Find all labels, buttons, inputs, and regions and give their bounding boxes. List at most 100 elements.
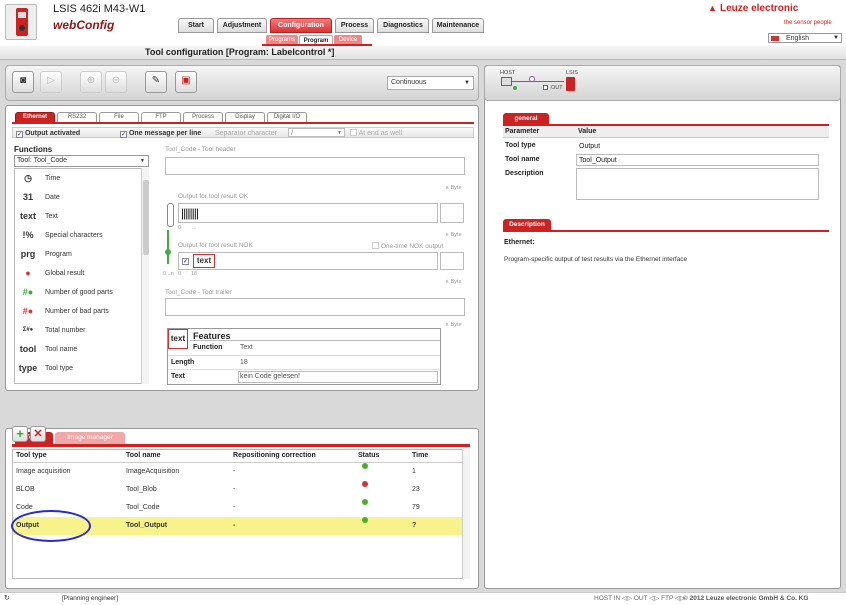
col-repositioning[interactable]: Repositioning correction	[233, 450, 316, 462]
col-status[interactable]: Status	[358, 450, 379, 462]
camera-icon[interactable]: ◙	[12, 71, 34, 93]
function-item[interactable]: ◷ Time	[15, 169, 143, 188]
chevron-down-icon: ▼	[833, 35, 839, 41]
tab-description[interactable]: Description	[503, 219, 551, 230]
connection-status: HOST IN ◁▷ OUT ◁▷ FTP ◁▷	[594, 595, 686, 602]
nok-slider-handle[interactable]	[165, 249, 171, 255]
function-item[interactable]: ● Global result	[15, 264, 143, 283]
cell-tool-name: ImageAcquisition	[126, 468, 180, 475]
cell-time: 1	[412, 468, 416, 475]
tab-ethernet[interactable]: Ethernet	[15, 112, 55, 122]
col-tool-type[interactable]: Tool type	[16, 450, 47, 462]
special-char-icon: !%	[22, 230, 34, 240]
parameter-label: Description	[505, 170, 544, 177]
zoom-out-icon[interactable]: ⊖	[105, 71, 127, 93]
tab-diagnostics[interactable]: Diagnostics	[377, 18, 429, 33]
save-icon[interactable]: ▣	[175, 71, 197, 93]
trailer-field[interactable]	[165, 298, 465, 316]
parameter-table: Parameter Value Tool type Output Tool name…	[503, 126, 829, 206]
status-dot-icon	[362, 463, 368, 469]
tab-rs232[interactable]: RS232	[57, 112, 97, 122]
language-value: English	[786, 35, 809, 42]
bad-parts-icon: #●	[22, 306, 34, 316]
output-activated-checkbox[interactable]: ✓ Output activated	[16, 129, 80, 138]
one-time-nok-checkbox[interactable]: One-time NOK output	[372, 242, 443, 250]
nok-output-extra[interactable]	[440, 252, 464, 270]
checkmark-icon: ✓	[16, 131, 23, 138]
tab-display[interactable]: Display	[225, 112, 265, 122]
at-end-checkbox[interactable]: At end as well	[350, 129, 402, 138]
function-item[interactable]: 31 Date	[15, 188, 143, 207]
feature-label: Length	[171, 359, 195, 366]
cell-time: ?	[412, 522, 417, 529]
chevron-down-icon: ▼	[140, 158, 145, 164]
ok-scale-start: 0	[178, 225, 182, 231]
nok-item-checkbox[interactable]: ✓	[182, 258, 189, 265]
clock-icon: ◷	[24, 173, 32, 183]
mode-select[interactable]: Continuous ▼	[387, 76, 474, 90]
col-time[interactable]: Time	[412, 450, 428, 462]
tab-file[interactable]: File	[99, 112, 139, 122]
tab-underline	[12, 122, 474, 124]
header-field[interactable]	[165, 157, 465, 175]
tab-maintenance[interactable]: Maintenance	[432, 18, 484, 33]
separator-select[interactable]: / ▼	[288, 128, 345, 137]
function-label: Number of bad parts	[45, 308, 109, 315]
description-heading: Ethernet:	[504, 239, 535, 246]
tools-scrollbar[interactable]	[462, 449, 470, 579]
function-item[interactable]: prg Program	[15, 245, 143, 264]
table-row[interactable]: Image acquisition ImageAcquisition - 1	[13, 463, 462, 481]
tab-adjustment[interactable]: Adjustment	[217, 18, 267, 33]
delete-tool-button[interactable]: ✕	[30, 426, 46, 442]
one-message-checkbox[interactable]: ✓ One message per line	[120, 129, 201, 138]
table-row[interactable]: BLOB Tool_Blob - 23	[13, 481, 462, 499]
text-token[interactable]: text	[193, 254, 215, 268]
add-tool-button[interactable]: +	[12, 426, 28, 442]
cell-repositioning: -	[233, 504, 236, 511]
wrench-icon[interactable]: ✎	[145, 71, 167, 93]
play-icon[interactable]: ▷	[40, 71, 62, 93]
functions-scrollbar[interactable]	[141, 168, 149, 384]
feature-value: kein Code gelesen!	[240, 373, 300, 380]
parameter-label: Tool type	[505, 142, 536, 149]
zoom-in-icon[interactable]: ⊕	[80, 71, 102, 93]
col-tool-name[interactable]: Tool name	[126, 450, 160, 462]
feature-label: Text	[171, 373, 185, 380]
parameter-value-field[interactable]: Output	[576, 140, 819, 152]
tab-image-manager[interactable]: Image manager	[55, 432, 125, 444]
function-item[interactable]: type Tool type	[15, 359, 143, 378]
refresh-icon[interactable]: ↻	[4, 593, 10, 605]
tab-process-output[interactable]: Process	[183, 112, 223, 122]
ok-output-extra[interactable]	[440, 203, 464, 223]
function-item[interactable]: #● Number of good parts	[15, 283, 143, 302]
feature-row: Function Text	[168, 341, 440, 355]
separator-label: Separator character	[215, 130, 277, 137]
tool-select[interactable]: Tool: Tool_Code ▼	[14, 155, 149, 167]
language-select[interactable]: English ▼	[768, 33, 842, 43]
parameter-value-field[interactable]	[576, 168, 819, 200]
tab-start[interactable]: Start	[178, 18, 214, 33]
function-item[interactable]: text Text	[15, 207, 143, 226]
ok-output-field[interactable]: ||||||||	[178, 203, 438, 223]
total-number-icon: Σ#●	[22, 327, 34, 333]
ok-slider[interactable]	[167, 203, 174, 227]
function-item[interactable]: Σ#● Total number	[15, 321, 143, 340]
parameter-value-field[interactable]: Tool_Output	[576, 154, 819, 166]
tab-ftp[interactable]: FTP	[141, 112, 181, 122]
brand-name: Leuze electronic	[720, 3, 799, 14]
tool-type-icon: type	[18, 363, 38, 373]
user-role: [Planning engineer]	[62, 595, 119, 602]
tab-configuration[interactable]: Configuration	[270, 18, 332, 33]
checkbox-box	[350, 129, 357, 136]
tab-process[interactable]: Process	[335, 18, 374, 33]
features-table: Function Text Length 18 Text kein Code gelese…	[168, 341, 440, 384]
function-item[interactable]: tool Tool name	[15, 340, 143, 359]
tab-general[interactable]: general	[503, 113, 549, 124]
tab-digital-io[interactable]: Digital I/O	[267, 112, 307, 122]
function-item[interactable]: !% Special characters	[15, 226, 143, 245]
chevron-down-icon: ▼	[464, 80, 470, 86]
function-item[interactable]: #● Number of bad parts	[15, 302, 143, 321]
nok-output-field[interactable]: ✓ text	[178, 252, 438, 270]
parameter-row: Description	[503, 167, 829, 203]
out-checkbox[interactable]	[543, 85, 548, 90]
